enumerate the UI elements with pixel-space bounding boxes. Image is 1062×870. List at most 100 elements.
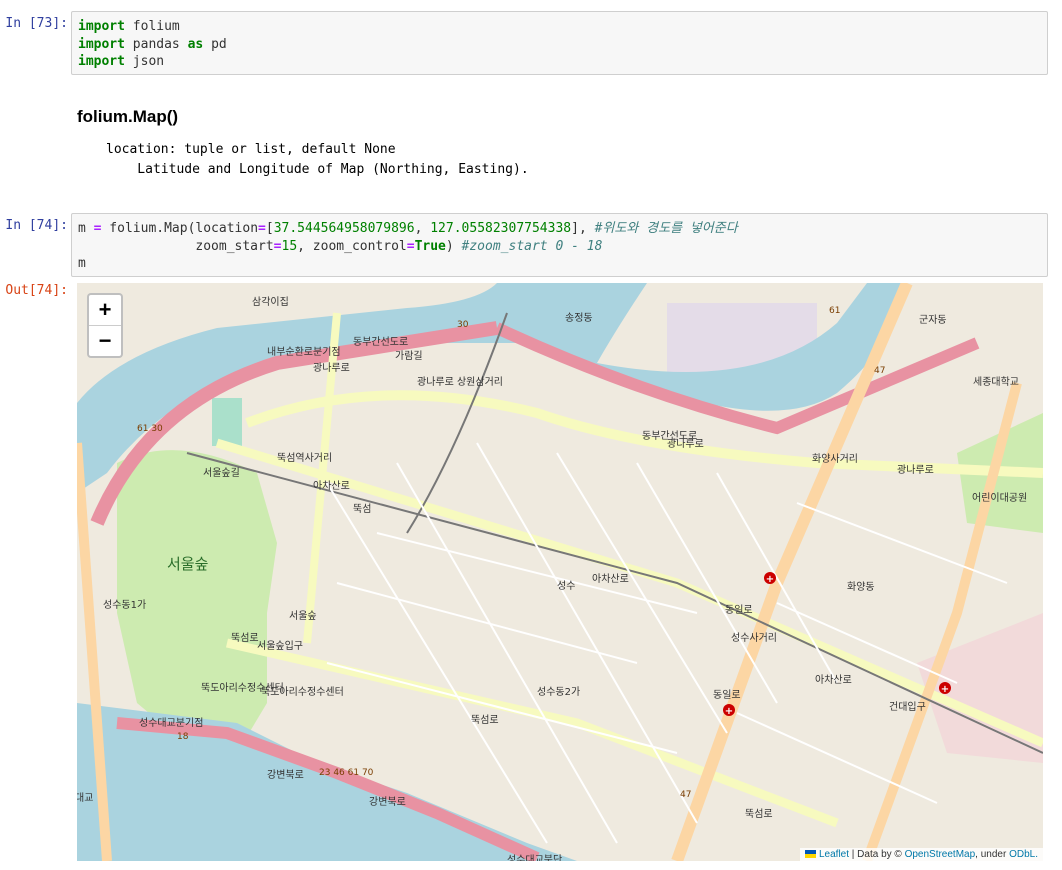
map-label: 화양동 (847, 581, 875, 593)
map-label: 아차산로 (815, 674, 852, 686)
input-prompt-73: In [73]: (5, 16, 68, 31)
map-label: 뚝섬로 (745, 808, 773, 820)
map-label: 성수 (557, 580, 575, 592)
code-token: = (406, 238, 415, 254)
code-token: ) (445, 238, 462, 254)
neungdong-ro (862, 381, 1022, 861)
attribution-text: | Data by © (849, 849, 905, 860)
map-label: 서울숲 (167, 555, 208, 573)
map-label: 건대입구 (889, 700, 926, 713)
code-token: = (273, 238, 282, 254)
map-label: 47 (680, 790, 691, 800)
output-prompt-74: Out[74]: (5, 283, 68, 298)
map-label: 뚝섬역사거리 (277, 452, 332, 464)
hospital-icon: + (723, 704, 735, 717)
code-token: #위도와 경도를 넣어준다 (594, 221, 738, 236)
map-label: 군자동 (919, 314, 947, 326)
ukraine-flag-icon (804, 850, 816, 858)
code-token: pandas (124, 36, 188, 52)
hospital-icon: + (939, 682, 951, 695)
odbl-link[interactable]: ODbL. (1009, 849, 1038, 860)
map-label: 서울숲 (289, 610, 317, 622)
map-label: 동일로 (713, 689, 741, 701)
map-label: 뚝섬로 (471, 714, 499, 726)
code-token: 15 (281, 238, 298, 254)
code-token: as (187, 36, 204, 52)
openstreetmap-link[interactable]: OpenStreetMap (905, 849, 976, 860)
code-token: folium (124, 19, 180, 34)
map-label: 삼각이집 (252, 296, 289, 308)
code-token: folium.Map(location (101, 221, 259, 236)
map-label: 성수대교북단 (507, 854, 562, 861)
map-label: 23 46 61 70 (319, 768, 374, 778)
hospital-icon: + (764, 572, 776, 585)
svg-text:+: + (766, 574, 774, 585)
map-label: 화양사거리 (812, 453, 858, 465)
folium-map[interactable]: + + + 삼각이집 송정동 군자동 내부순환로분기점 동부간선도로 가람길 광나루로 광나루… (77, 283, 1043, 861)
markdown-param-line: location: tuple or list, default None (106, 142, 396, 157)
markdown-param-desc: Latitude and Longitude of Map (Northing,… (106, 162, 529, 177)
map-label: 가람길 (395, 349, 423, 362)
map-label: 동일로 (725, 604, 753, 616)
map-label: 서울숲길 (203, 466, 240, 479)
hospital-area (917, 613, 1043, 763)
code-token: 127.05582307754338 (430, 221, 572, 236)
code-token: #zoom_start 0 - 18 (461, 238, 603, 254)
map-label: 30 (457, 320, 469, 330)
zoom-out-button[interactable]: − (89, 326, 121, 356)
code-token: [ (265, 221, 274, 236)
code-token: import (78, 19, 125, 34)
map-label: 뚝섬 (353, 503, 371, 515)
code-token: 37.544564958079896 (273, 221, 415, 236)
code-line: import json (78, 53, 1041, 71)
code-token: , zoom_control (297, 238, 407, 254)
map-label: 뚝도아리수정수센터 (261, 686, 344, 698)
svg-text:+: + (941, 684, 949, 695)
map-label: 아차산로 (592, 573, 629, 585)
code-token: zoom_start (78, 238, 274, 254)
code-token: import (78, 36, 125, 52)
zoom-in-button[interactable]: + (89, 295, 121, 326)
code-line: import pandas as pd (78, 36, 1041, 54)
code-token: ], (571, 221, 595, 236)
map-label: 47 (874, 366, 885, 376)
leaflet-link[interactable]: Leaflet (819, 849, 849, 860)
map-tiles[interactable]: + + + 삼각이집송정동 군자동내부순환로분기점동부간선도로가람길광나루로광나루… (77, 283, 1043, 861)
map-attribution: Leaflet | Data by © OpenStreetMap, under… (799, 848, 1043, 861)
map-label: 동부간선도로 (353, 336, 408, 348)
map-label: 성수대교분기점 (139, 717, 203, 729)
code-token: m (78, 256, 86, 271)
map-label: 아차산로 (313, 480, 350, 492)
input-prompt-74: In [74]: (5, 218, 68, 233)
code-line: import folium (78, 18, 1041, 36)
code-token: import (78, 54, 125, 69)
zoom-control: + − (87, 293, 123, 358)
map-label: 성수사거리 (731, 632, 777, 644)
svg-text:+: + (725, 706, 733, 717)
code-cell-imports[interactable]: import folium import pandas as pd import j… (71, 11, 1048, 75)
code-line: m (78, 255, 1041, 273)
map-label: 어린이대공원 (972, 492, 1027, 504)
map-label: 강변북로 (369, 796, 406, 808)
attribution-text: , under (975, 849, 1010, 860)
code-token: True (414, 238, 446, 254)
map-label: 61 30 (137, 424, 163, 434)
code-token: m (78, 221, 94, 236)
map-label: 성수동2가 (537, 686, 580, 698)
code-cell-folium-map[interactable]: m = folium.Map(location=[37.544564958079… (71, 213, 1048, 277)
sports-field (212, 398, 242, 446)
code-token: = (258, 221, 266, 236)
code-line: m = folium.Map(location=[37.544564958079… (78, 220, 1041, 238)
map-label: 강변북로 (267, 769, 304, 781)
markdown-heading: folium.Map() (77, 107, 179, 126)
code-token: , (414, 221, 431, 236)
map-label: 내부순환로분기점 (267, 346, 341, 358)
map-label: 송정동 (565, 312, 593, 324)
map-label: 광나루로 (667, 438, 704, 450)
map-label: 뚝섬로 (231, 632, 259, 644)
map-label: 세종대학교 (973, 376, 1019, 388)
code-token: json (124, 54, 165, 69)
map-label: 대교 (77, 792, 93, 804)
code-line: zoom_start=15, zoom_control=True) #zoom_… (78, 238, 1041, 256)
map-label: 18 (177, 732, 189, 742)
